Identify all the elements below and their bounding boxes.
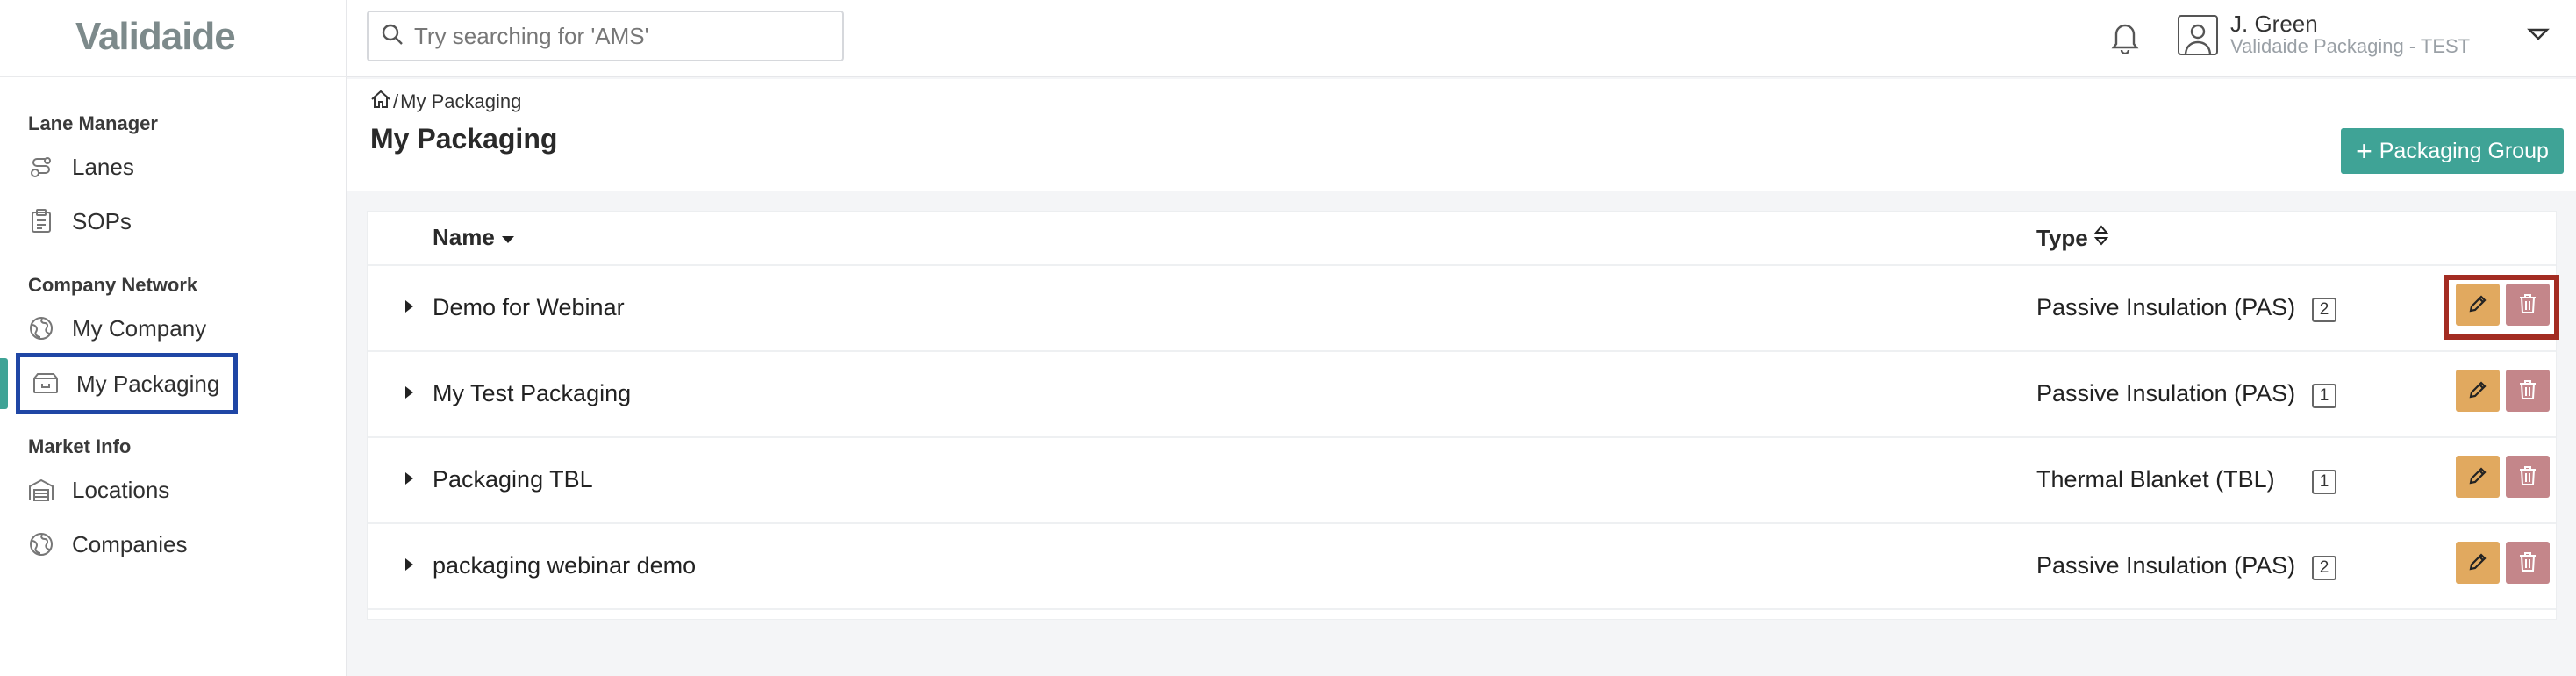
bell-icon[interactable] xyxy=(2109,19,2144,55)
row-type: Passive Insulation (PAS) xyxy=(2036,294,2296,320)
sort-icon xyxy=(2093,224,2109,253)
sidebar-item-label: Companies xyxy=(72,530,188,557)
sidebar-item-locations[interactable]: Locations xyxy=(28,467,169,513)
add-button-label: Packaging Group xyxy=(2379,138,2549,163)
pencil-icon xyxy=(2467,465,2488,489)
expand-icon[interactable] xyxy=(403,298,417,317)
table-header: Name Type xyxy=(368,212,2556,266)
delete-button[interactable] xyxy=(2506,456,2550,498)
globe-icon xyxy=(28,531,54,557)
sidebar-item-companies[interactable]: Companies xyxy=(28,521,188,567)
edit-button[interactable] xyxy=(2456,456,2500,498)
expand-icon[interactable] xyxy=(403,556,417,575)
row-type: Passive Insulation (PAS) xyxy=(2036,380,2296,406)
trash-icon xyxy=(2518,551,2537,575)
clipboard-icon xyxy=(28,208,54,234)
app-logo[interactable]: Validaide xyxy=(75,11,236,63)
sidebar-item-sops[interactable]: SOPs xyxy=(28,198,132,244)
section-market-info: Market Info xyxy=(28,435,132,457)
table-row[interactable]: Packaging TBL Thermal Blanket (TBL) 1 xyxy=(368,438,2556,524)
sidebar-item-lanes[interactable]: Lanes xyxy=(28,144,134,190)
trash-icon xyxy=(2518,293,2537,317)
breadcrumb: / My Packaging xyxy=(370,90,521,114)
table-row[interactable]: packaging webinar demo Passive Insulatio… xyxy=(368,524,2556,610)
column-header-type[interactable]: Type xyxy=(2036,224,2109,253)
expand-icon[interactable] xyxy=(403,470,417,489)
pencil-icon xyxy=(2467,293,2488,317)
plus-icon: + xyxy=(2356,135,2372,167)
sidebar-divider xyxy=(0,76,347,77)
trash-icon xyxy=(2518,379,2537,403)
breadcrumb-separator: / xyxy=(393,90,399,112)
add-packaging-group-button[interactable]: + Packaging Group xyxy=(2341,128,2564,174)
sidebar-item-my-company[interactable]: My Company xyxy=(28,306,206,351)
warehouse-icon xyxy=(28,477,54,503)
chevron-down-icon[interactable] xyxy=(2527,26,2553,47)
expand-icon[interactable] xyxy=(403,384,417,403)
sidebar-item-my-packaging[interactable]: My Packaging xyxy=(16,353,239,414)
row-count-badge: 1 xyxy=(2312,384,2336,408)
packaging-table: Name Type Demo for Webinar Passive Insul… xyxy=(367,211,2559,620)
pencil-icon xyxy=(2467,379,2488,403)
page-title: My Packaging xyxy=(370,123,558,155)
user-menu[interactable]: J. Green Validaide Packaging - TEST xyxy=(2178,12,2470,58)
row-count-badge: 2 xyxy=(2312,298,2336,322)
route-icon xyxy=(28,154,54,180)
breadcrumb-current: My Packaging xyxy=(400,90,522,112)
page-header: / My Packaging My Packaging + Packaging … xyxy=(347,79,2576,191)
search-icon xyxy=(381,23,404,50)
row-name: Demo for Webinar xyxy=(433,294,625,320)
column-label: Type xyxy=(2036,225,2088,251)
sidebar-item-label: Locations xyxy=(72,476,170,503)
delete-button[interactable] xyxy=(2506,370,2550,412)
section-company-network: Company Network xyxy=(28,274,198,296)
sidebar-item-label: My Packaging xyxy=(76,370,220,397)
edit-button[interactable] xyxy=(2456,370,2500,412)
row-type: Passive Insulation (PAS) xyxy=(2036,552,2296,579)
row-count-badge: 1 xyxy=(2312,470,2336,494)
search-input[interactable] xyxy=(414,22,826,50)
search-box[interactable] xyxy=(367,11,844,61)
column-label: Name xyxy=(433,224,495,250)
package-icon xyxy=(32,370,59,397)
edit-button[interactable] xyxy=(2456,542,2500,584)
edit-button[interactable] xyxy=(2456,284,2500,326)
sort-desc-icon xyxy=(500,224,516,251)
row-name: packaging webinar demo xyxy=(433,552,697,579)
trash-icon xyxy=(2518,465,2537,489)
avatar xyxy=(2178,15,2218,55)
user-org: Validaide Packaging - TEST xyxy=(2230,35,2471,57)
pencil-icon xyxy=(2467,551,2488,575)
delete-button[interactable] xyxy=(2506,542,2550,584)
user-name: J. Green xyxy=(2230,11,2318,37)
top-header: J. Green Validaide Packaging - TEST xyxy=(347,0,2576,77)
table-row[interactable]: Demo for Webinar Passive Insulation (PAS… xyxy=(368,266,2559,352)
sidebar: Validaide Lane Manager Lanes SOPs Compan… xyxy=(0,0,347,676)
table-row[interactable]: My Test Packaging Passive Insulation (PA… xyxy=(368,352,2556,438)
row-type: Thermal Blanket (TBL) xyxy=(2036,466,2275,493)
home-icon[interactable] xyxy=(370,90,391,114)
logo-text: Validaide xyxy=(75,15,236,58)
row-name: My Test Packaging xyxy=(433,380,632,406)
globe-icon xyxy=(28,315,54,342)
sidebar-item-label: SOPs xyxy=(72,207,132,234)
sidebar-item-label: My Company xyxy=(72,314,207,342)
user-info: J. Green Validaide Packaging - TEST xyxy=(2230,12,2470,58)
column-header-name[interactable]: Name xyxy=(433,224,516,251)
row-name: Packaging TBL xyxy=(433,466,593,493)
row-count-badge: 2 xyxy=(2312,556,2336,580)
section-lane-manager: Lane Manager xyxy=(28,112,158,134)
sidebar-item-label: Lanes xyxy=(72,153,134,180)
delete-button[interactable] xyxy=(2506,284,2550,326)
active-indicator xyxy=(0,358,8,409)
